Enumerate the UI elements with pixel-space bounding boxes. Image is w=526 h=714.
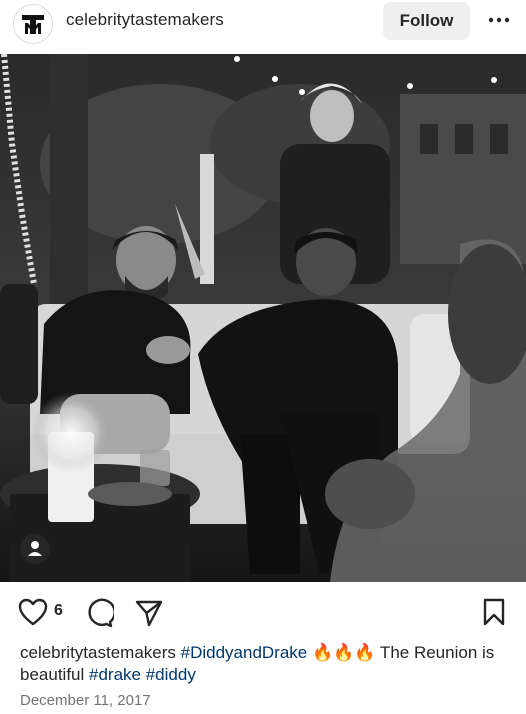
action-bar: 6 xyxy=(0,590,526,630)
hashtag-diddy[interactable]: #diddy xyxy=(146,665,196,684)
heart-icon[interactable] xyxy=(18,598,48,626)
hashtag-drake[interactable]: #drake xyxy=(89,665,141,684)
hashtag-diddyanddrake[interactable]: #DiddyandDrake xyxy=(181,643,308,662)
follow-button[interactable]: Follow xyxy=(383,2,470,40)
fire-emoji: 🔥🔥🔥 xyxy=(312,643,376,662)
post-header: celebritytastemakers Follow xyxy=(0,0,526,54)
more-horizontal-icon[interactable] xyxy=(487,12,511,28)
tm-logo-icon[interactable] xyxy=(13,4,53,44)
comment-icon[interactable] xyxy=(84,598,114,628)
user-tag-icon[interactable] xyxy=(20,534,50,564)
post-date: December 11, 2017 xyxy=(20,692,151,709)
like-count[interactable]: 6 xyxy=(54,602,63,620)
post-photo[interactable] xyxy=(0,54,526,582)
bookmark-icon[interactable] xyxy=(482,598,506,626)
send-icon[interactable] xyxy=(134,598,164,628)
caption-username[interactable]: celebritytastemakers xyxy=(20,643,176,662)
header-username[interactable]: celebritytastemakers xyxy=(66,10,224,30)
post-caption: celebritytastemakers #DiddyandDrake 🔥🔥🔥 … xyxy=(20,642,510,686)
